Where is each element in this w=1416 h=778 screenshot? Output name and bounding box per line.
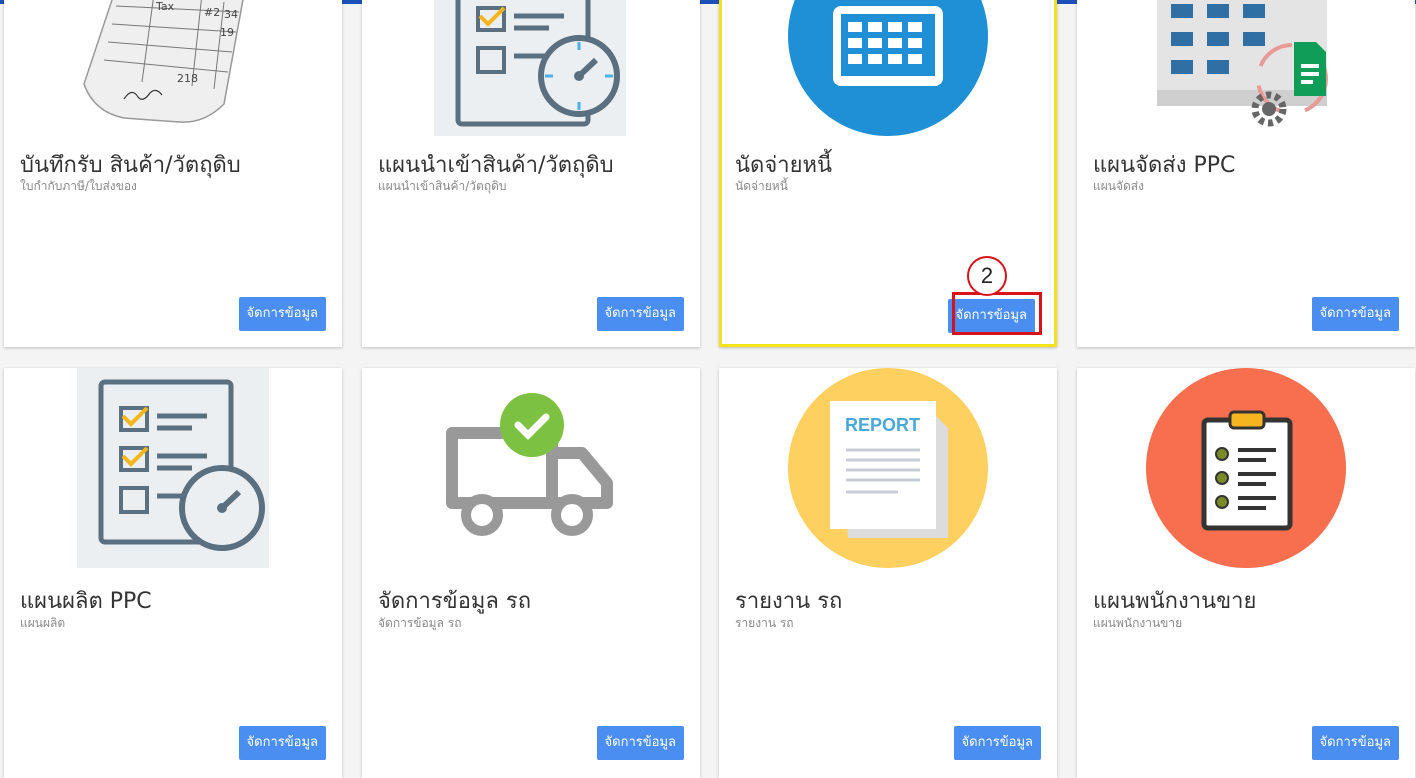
- card-subtitle: แผนผลิต: [20, 616, 66, 630]
- clipboard-icon: [1146, 368, 1346, 568]
- manage-data-button[interactable]: จัดการข้อมูล: [596, 726, 684, 760]
- manage-data-button[interactable]: จัดการข้อมูล: [238, 726, 326, 760]
- card-subtitle: รายงาน รถ: [735, 616, 794, 630]
- card-title: แผนพนักงานขาย: [1093, 589, 1257, 614]
- receipt-tax-text: Tax: [155, 0, 175, 13]
- truck-check-icon: [446, 393, 613, 536]
- card-sales-staff-plan: แผนพนักงานขาย แผนพนักงานขาย จัดการข้อมูล: [1077, 368, 1415, 778]
- card-vehicle-data: จัดการข้อมูล รถ จัดการข้อมูล รถ จัดการข้…: [362, 368, 700, 778]
- card-image: [1077, 0, 1415, 134]
- calendar-icon: [788, 0, 988, 136]
- card-subtitle: จัดการข้อมูล รถ: [378, 616, 462, 630]
- receipt-num4-text: 218: [177, 72, 198, 85]
- receipt-icon: Tax #2 34 19 218: [83, 0, 244, 123]
- receipt-num1-text: #2: [204, 6, 220, 19]
- card-vehicle-report: REPORT รายงาน รถ รายงาน รถ จัดการข้อมูล: [719, 368, 1057, 778]
- card-image: Tax #2 34 19 218: [4, 0, 342, 134]
- manage-data-button[interactable]: จัดการข้อมูล: [1311, 726, 1399, 760]
- card-subtitle: ใบกำกับภาษี/ใบส่งของ: [20, 179, 137, 193]
- card-import-plan: แผนนำเข้าสินค้า/วัตถุดิบ แผนนำเข้าสินค้า…: [362, 0, 700, 347]
- manage-data-button[interactable]: จัดการข้อมูล: [596, 297, 684, 331]
- building-sheet-gear-icon: [1157, 0, 1328, 127]
- card-delivery-plan: แผนจัดส่ง PPC แผนจัดส่ง จัดการข้อมูล: [1077, 0, 1415, 347]
- card-title: แผนผลิต PPC: [20, 589, 152, 614]
- card-subtitle: แผนพนักงานขาย: [1093, 616, 1183, 630]
- annotation-step-number: 2: [967, 256, 1007, 296]
- checklist-timer-icon: [77, 368, 269, 568]
- receipt-num3-text: 19: [220, 26, 234, 39]
- card-image: [4, 368, 342, 568]
- card-production-plan: แผนผลิต PPC แผนผลิต จัดการข้อมูล: [4, 368, 342, 778]
- card-subtitle: นัดจ่ายหนี้: [735, 179, 788, 193]
- receipt-num2-text: 34: [224, 8, 238, 21]
- card-image: [362, 0, 700, 136]
- card-image: [1077, 368, 1415, 568]
- card-image: REPORT: [719, 368, 1057, 568]
- checklist-timer-icon: [434, 0, 626, 136]
- card-image: [362, 368, 700, 568]
- manage-data-button[interactable]: จัดการข้อมูล: [238, 297, 326, 331]
- manage-data-button[interactable]: จัดการข้อมูล: [953, 726, 1041, 760]
- card-subtitle: แผนจัดส่ง: [1093, 179, 1144, 193]
- card-subtitle: แผนนำเข้าสินค้า/วัตถุดิบ: [378, 179, 507, 193]
- card-image: [719, 0, 1057, 136]
- card-title: จัดการข้อมูล รถ: [378, 589, 532, 614]
- card-goods-receipt: Tax #2 34 19 218 บันทึกรับ สินค้า/วัตถุด…: [4, 0, 342, 347]
- annotation-highlight-box: [952, 292, 1042, 335]
- report-icon: REPORT: [788, 368, 988, 568]
- report-label: REPORT: [845, 415, 920, 435]
- card-title: รายงาน รถ: [735, 589, 843, 614]
- manage-data-button[interactable]: จัดการข้อมูล: [1311, 297, 1399, 331]
